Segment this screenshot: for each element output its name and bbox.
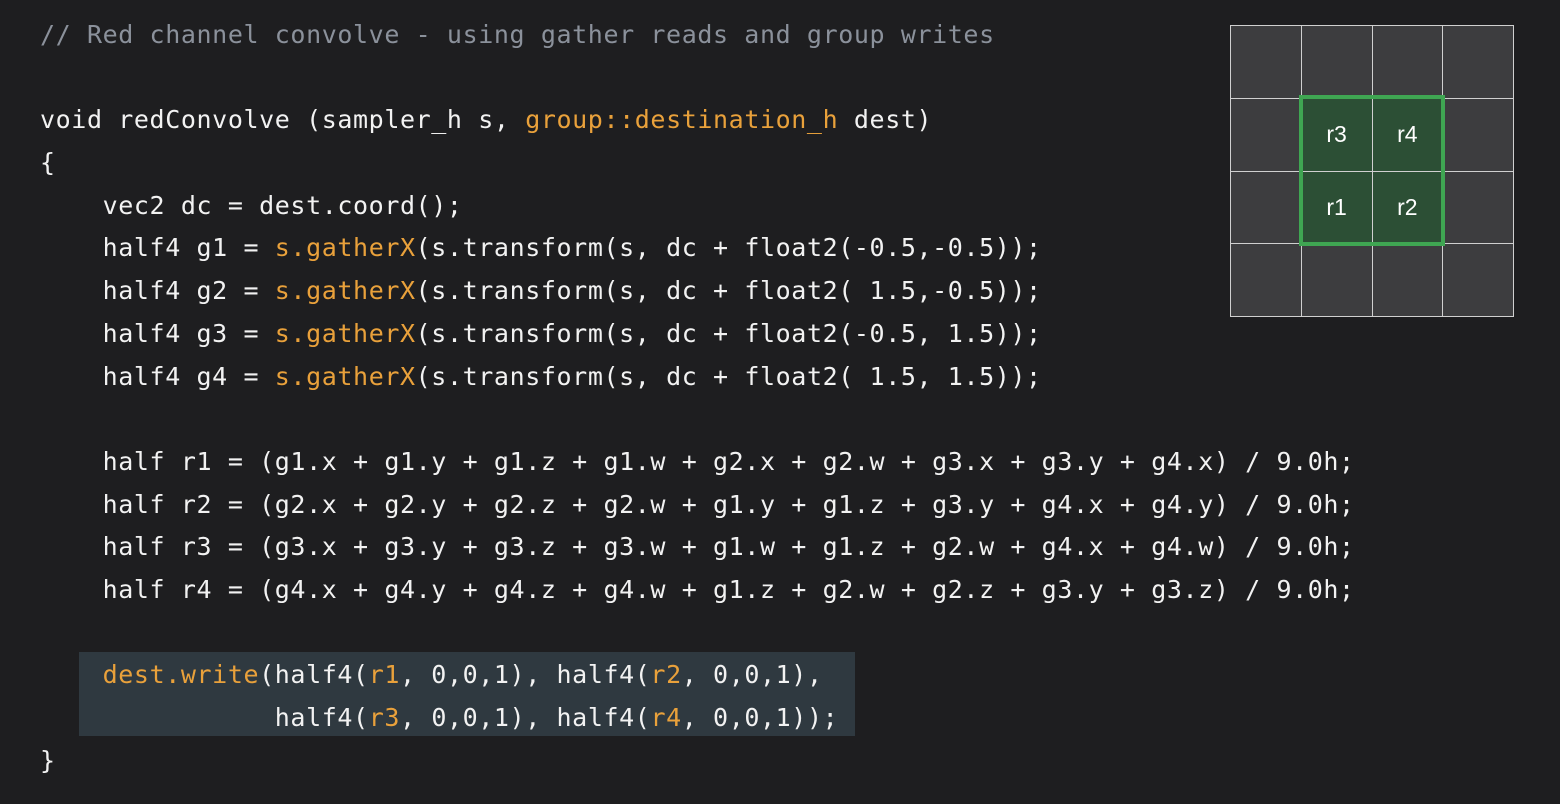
code-block: // Red channel convolve - using gather r… bbox=[40, 14, 1355, 782]
grid-cell bbox=[1372, 26, 1444, 99]
signature-post: dest) bbox=[838, 105, 933, 135]
gather-g2-call: s.gatherX bbox=[274, 276, 416, 306]
gather-g4-pre: half4 g4 = bbox=[40, 361, 275, 391]
write2-part1: half4( bbox=[274, 703, 369, 732]
write-r4: r4 bbox=[650, 703, 682, 732]
gather-g3-args: (s.transform(s, dc + float2(-0.5, 1.5)); bbox=[415, 318, 1042, 348]
gather-g1-pre: half4 g1 = bbox=[40, 233, 275, 263]
signature-line: void redConvolve (sampler_h s, group::de… bbox=[40, 99, 1355, 142]
dc-line: vec2 dc = dest.coord(); bbox=[40, 190, 463, 220]
grid-cell bbox=[1443, 98, 1514, 172]
grid-cell bbox=[1231, 171, 1302, 245]
write1-part3: , 0,0,1), bbox=[681, 660, 823, 690]
r3-line: half r3 = (g3.x + g3.y + g3.z + g3.w + g… bbox=[40, 532, 1355, 562]
write-r2: r2 bbox=[650, 660, 682, 690]
gather-g2-args: (s.transform(s, dc + float2( 1.5,-0.5)); bbox=[415, 276, 1042, 306]
write2-part3: , 0,0,1)); bbox=[681, 703, 839, 732]
signature-type: group::destination_h bbox=[525, 105, 839, 135]
grid-cell bbox=[1372, 244, 1444, 317]
grid-cell-r4: r4 bbox=[1372, 98, 1444, 172]
gather-g1-args: (s.transform(s, dc + float2(-0.5,-0.5)); bbox=[415, 233, 1042, 263]
grid-cell-r3: r3 bbox=[1301, 98, 1373, 172]
grid-cell bbox=[1443, 244, 1514, 317]
gather-g4-call: s.gatherX bbox=[274, 361, 416, 391]
gather-g1-call: s.gatherX bbox=[274, 233, 416, 263]
gather-g4-args: (s.transform(s, dc + float2( 1.5, 1.5)); bbox=[415, 361, 1042, 391]
r2-line: half r2 = (g2.x + g2.y + g2.z + g2.w + g… bbox=[40, 489, 1355, 519]
r1-line: half r1 = (g1.x + g1.y + g1.z + g1.w + g… bbox=[40, 446, 1355, 476]
signature-pre: void redConvolve (sampler_h s, bbox=[40, 105, 526, 135]
gather-g3-call: s.gatherX bbox=[274, 318, 416, 348]
r4-line: half r4 = (g4.x + g4.y + g4.z + g4.w + g… bbox=[40, 574, 1355, 604]
grid-cell bbox=[1443, 171, 1514, 245]
close-brace: } bbox=[40, 745, 56, 775]
grid-cell bbox=[1301, 26, 1373, 99]
write-line-2: half4(r3, 0,0,1), half4(r4, 0,0,1)); bbox=[40, 697, 1355, 740]
write1-part2: , 0,0,1), half4( bbox=[400, 660, 651, 690]
grid-cell-r2: r2 bbox=[1372, 171, 1444, 245]
write2-part2: , 0,0,1), half4( bbox=[400, 703, 651, 732]
grid-cell-r1: r1 bbox=[1301, 171, 1373, 245]
grid-cell bbox=[1301, 244, 1373, 317]
write-line-1: dest.write(half4(r1, 0,0,1), half4(r2, 0… bbox=[40, 654, 1355, 697]
write-call: dest.write bbox=[102, 660, 260, 690]
grid-cell bbox=[1231, 244, 1302, 317]
comment-line: // Red channel convolve - using gather r… bbox=[40, 20, 995, 49]
grid-cell bbox=[1231, 98, 1302, 172]
gather-line-g3: half4 g3 = s.gatherX(s.transform(s, dc +… bbox=[40, 313, 1355, 356]
write1-indent bbox=[40, 660, 103, 689]
pixel-grid-diagram: r3 r4 r1 r2 bbox=[1230, 25, 1514, 317]
write2-indent bbox=[40, 703, 275, 732]
gather-line-g2: half4 g2 = s.gatherX(s.transform(s, dc +… bbox=[40, 270, 1355, 313]
gather-g3-pre: half4 g3 = bbox=[40, 318, 275, 348]
write1-part1: (half4( bbox=[259, 660, 369, 690]
gather-line-g1: half4 g1 = s.gatherX(s.transform(s, dc +… bbox=[40, 227, 1355, 270]
grid-cell bbox=[1231, 26, 1302, 99]
grid-cell bbox=[1443, 26, 1514, 99]
open-brace: { bbox=[40, 148, 56, 178]
write-r1: r1 bbox=[368, 660, 400, 690]
gather-g2-pre: half4 g2 = bbox=[40, 276, 275, 306]
write-r3: r3 bbox=[368, 703, 401, 732]
gather-line-g4: half4 g4 = s.gatherX(s.transform(s, dc +… bbox=[40, 356, 1355, 399]
